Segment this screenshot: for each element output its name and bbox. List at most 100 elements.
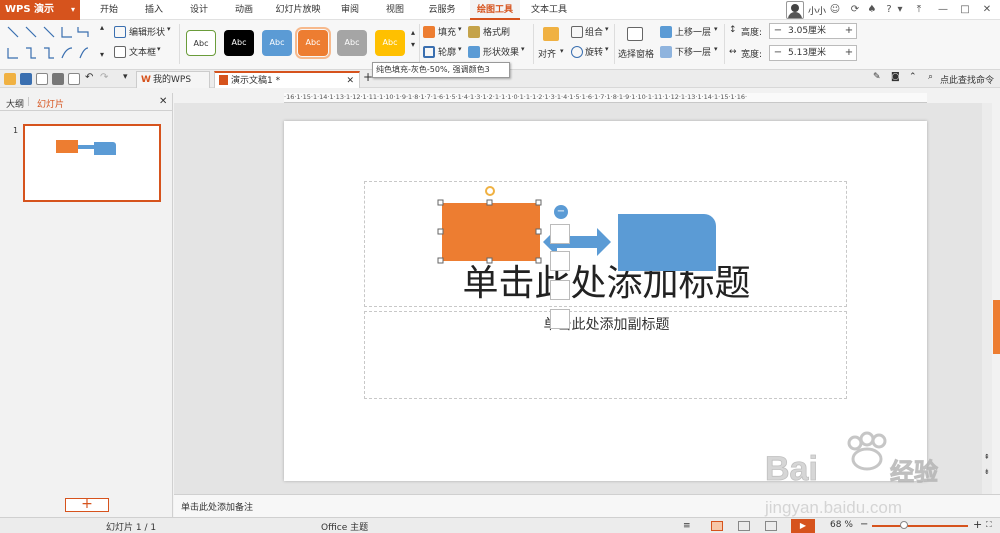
tab-text-tools[interactable]: 文本工具 (525, 0, 573, 20)
style-preset-orange[interactable]: Abc (295, 27, 331, 59)
style-preset-gray[interactable]: Abc (337, 30, 367, 56)
save-icon[interactable] (20, 73, 32, 85)
outline-style-icon[interactable] (550, 280, 570, 300)
tab-insert[interactable]: 插入 (136, 0, 172, 20)
style-gallery-more-icon[interactable]: ▾ (411, 40, 415, 49)
group-button[interactable]: 组合 (585, 25, 603, 38)
side-pane-handle[interactable] (993, 300, 1000, 354)
style-preset-black[interactable]: Abc (224, 30, 254, 56)
height-value[interactable]: 3.05厘米 (788, 24, 826, 38)
collapse-ribbon-icon[interactable]: ⌃ (909, 72, 917, 82)
theme-name[interactable]: Office 主题 (321, 520, 368, 533)
notes-placeholder[interactable]: 单击此处添加备注 (181, 503, 253, 513)
chevron-down-icon[interactable]: ▾ (560, 47, 564, 55)
tab-slideshow[interactable]: 幻灯片放映 (270, 0, 326, 20)
send-backward-button[interactable]: 下移一层 (675, 45, 711, 58)
height-spinner[interactable]: − 3.05厘米 + (769, 23, 857, 39)
undo-icon[interactable]: ↶ (85, 72, 93, 83)
chevron-down-icon[interactable]: ▾ (458, 45, 462, 53)
notes-toggle-icon[interactable]: ≡ (683, 521, 695, 531)
shirt-icon[interactable]: ♠ (865, 3, 879, 17)
outline-button[interactable]: 轮廓 (438, 45, 456, 58)
collapse-icon[interactable]: − (554, 205, 568, 219)
close-panel-icon[interactable]: ✕ (159, 96, 167, 107)
emoticon-icon[interactable]: ☺ (828, 3, 842, 17)
chevron-down-icon[interactable]: ▾ (123, 72, 128, 82)
tab-document[interactable]: 演示文稿1 * ✕ (214, 71, 360, 88)
blue-rounded-shape[interactable] (618, 214, 716, 271)
layers-icon[interactable] (550, 309, 570, 329)
app-menu-button[interactable]: WPS 演示 ▾ (0, 0, 80, 20)
user-avatar[interactable] (786, 1, 804, 19)
find-command-input[interactable]: 点此查找命令 (940, 73, 994, 86)
close-tab-icon[interactable]: ✕ (346, 73, 354, 89)
style-gallery-up-icon[interactable]: ▴ (411, 28, 415, 37)
tab-animation[interactable]: 动画 (226, 0, 262, 20)
chevron-down-icon[interactable]: ▾ (458, 25, 462, 33)
print-preview-icon[interactable] (68, 73, 80, 85)
format-painter-button[interactable]: 格式刷 (483, 25, 510, 38)
tab-design[interactable]: 设计 (181, 0, 217, 20)
selection-handles[interactable] (434, 181, 554, 271)
tab-outline[interactable]: 大纲 (6, 97, 24, 110)
sync-icon[interactable]: ⟳ (848, 3, 862, 17)
increase-icon[interactable]: + (842, 46, 856, 60)
tab-drawing-tools[interactable]: 绘图工具 (470, 0, 520, 20)
slide-sorter-icon[interactable] (738, 521, 750, 531)
chevron-down-icon[interactable]: ▾ (167, 25, 171, 33)
open-icon[interactable] (4, 73, 16, 85)
gallery-more-icon[interactable]: ▾ (100, 50, 104, 59)
gallery-scroll-up-icon[interactable]: ▴ (100, 23, 104, 32)
decrease-icon[interactable]: − (771, 46, 785, 60)
style-preset-gold[interactable]: Abc (375, 30, 405, 56)
chevron-down-icon[interactable]: ▾ (893, 3, 907, 17)
comment-icon[interactable]: ◙ (891, 72, 900, 82)
add-slide-button[interactable]: + (65, 497, 109, 512)
tab-start[interactable]: 开始 (90, 0, 128, 20)
chevron-down-icon[interactable]: ▾ (714, 25, 718, 33)
chevron-down-icon[interactable]: ▾ (521, 45, 525, 53)
maximize-icon[interactable]: □ (958, 3, 972, 17)
minimize-icon[interactable]: — (936, 3, 950, 17)
fill-style-icon[interactable] (550, 251, 570, 271)
print-icon[interactable] (52, 73, 64, 85)
tab-cloud[interactable]: 云服务 (421, 0, 463, 20)
align-button[interactable]: 对齐 (538, 47, 556, 60)
chevron-down-icon[interactable]: ▾ (714, 45, 718, 53)
redo-icon[interactable]: ↷ (100, 72, 108, 83)
chevron-down-icon[interactable]: ▾ (605, 45, 609, 53)
width-spinner[interactable]: − 5.13厘米 + (769, 45, 857, 61)
subtitle-placeholder[interactable]: 单击此处添加副标题 (364, 311, 847, 399)
export-pdf-icon[interactable] (36, 73, 48, 85)
chevron-down-icon[interactable]: ▾ (157, 45, 161, 53)
fill-button[interactable]: 填充 (438, 25, 456, 38)
connector-gallery[interactable] (6, 24, 96, 64)
style-preset-white[interactable]: Abc (186, 30, 216, 56)
edit-shape-button[interactable]: 编辑形状 (129, 25, 165, 38)
zoom-slider-track[interactable] (872, 525, 968, 527)
tab-my-wps[interactable]: W 我的WPS (136, 71, 210, 88)
style-preset-blue[interactable]: Abc (262, 30, 292, 56)
normal-view-icon[interactable] (711, 521, 723, 531)
pin-icon[interactable]: ✎ (873, 72, 881, 82)
bring-forward-button[interactable]: 上移一层 (675, 25, 711, 38)
shape-effects-button[interactable]: 形状效果 (483, 45, 519, 58)
decrease-icon[interactable]: − (771, 24, 785, 38)
zoom-in-icon[interactable]: + (973, 518, 982, 531)
width-value[interactable]: 5.13厘米 (788, 46, 826, 60)
vertical-scrollbar[interactable]: ⇞ ⇟ (982, 103, 992, 494)
chevron-down-icon[interactable]: ▾ (605, 25, 609, 33)
page-up-icon[interactable]: ⇞ (984, 453, 990, 461)
tab-slides[interactable]: 幻灯片 (37, 97, 65, 111)
rotate-button[interactable]: 旋转 (585, 45, 603, 58)
page-down-icon[interactable]: ⇟ (984, 468, 990, 476)
restore-ribbon-icon[interactable]: ⤒ (912, 3, 926, 17)
subtitle-text[interactable]: 单击此处添加副标题 (365, 314, 848, 334)
user-name[interactable]: 小小 (808, 4, 826, 17)
slide-thumbnail[interactable] (23, 124, 161, 202)
textbox-button[interactable]: 文本框 (129, 45, 156, 58)
selection-pane-button[interactable]: 选择窗格 (618, 47, 654, 60)
edit-text-icon[interactable] (550, 224, 570, 244)
increase-icon[interactable]: + (842, 24, 856, 38)
fit-window-icon[interactable]: ⛶ (986, 520, 992, 530)
